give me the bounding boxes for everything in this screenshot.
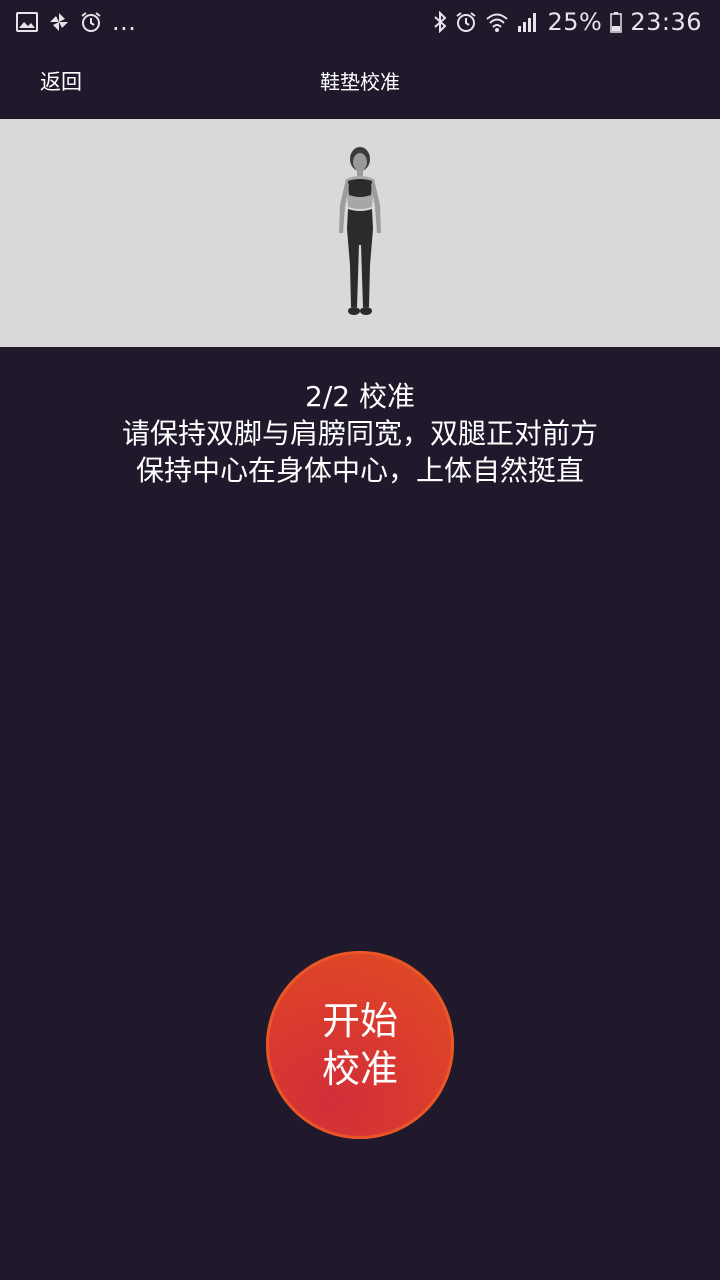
instruction-line-1: 请保持双脚与肩膀同宽，双腿正对前方 <box>121 417 598 450</box>
notification-overflow: ... <box>112 8 137 36</box>
app-bar: 返回 鞋垫校准 <box>0 44 720 119</box>
page-title: 鞋垫校准 <box>320 70 400 94</box>
status-left-group: ... <box>16 8 136 36</box>
start-calibration-button[interactable]: 开始 校准 <box>266 951 454 1139</box>
illustration-panel <box>0 119 720 347</box>
calibration-instructions: 2/2 校准 请保持双脚与肩膀同宽，双腿正对前方 保持中心在身体中心，上体自然挺… <box>0 378 720 489</box>
alarm-icon <box>456 12 477 32</box>
bluetooth-icon <box>434 11 447 33</box>
instruction-line-2: 保持中心在身体中心，上体自然挺直 <box>135 454 584 487</box>
wifi-icon <box>486 13 509 32</box>
step-indicator: 2/2 校准 <box>305 380 415 413</box>
clock: 23:36 <box>630 8 702 36</box>
battery-icon <box>610 12 623 33</box>
image-icon <box>16 12 38 32</box>
alarm-icon <box>81 12 101 32</box>
pinwheel-icon <box>50 13 68 31</box>
standing-person-icon <box>339 147 381 315</box>
status-bar: ... 25% 23:36 <box>0 0 720 44</box>
start-button-label-line-2: 校准 <box>321 1047 398 1091</box>
start-button-label-line-1: 开始 <box>321 999 398 1043</box>
signal-icon <box>518 13 537 32</box>
status-right-group: 25% 23:36 <box>433 8 702 36</box>
battery-percent: 25% <box>547 8 603 36</box>
